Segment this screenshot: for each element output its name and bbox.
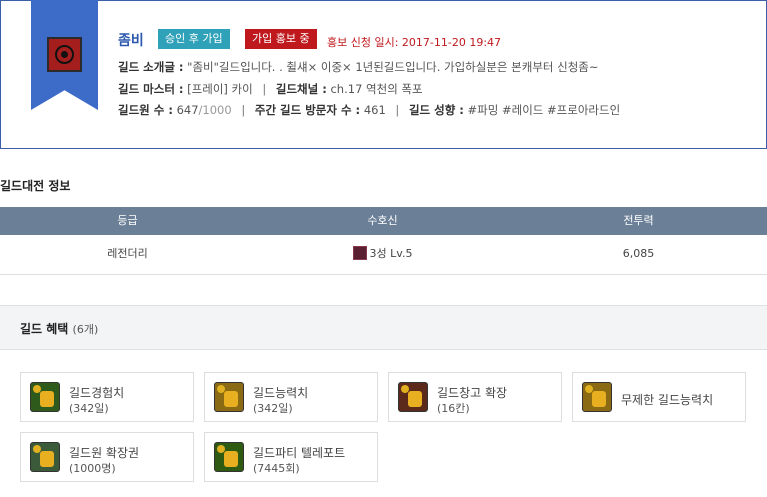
biohazard-emblem-icon (47, 37, 82, 72)
guild-master-row: 길드 마스터 : [프레이] 카이 | 길드채널 : ch.17 역천의 폭포 (118, 82, 423, 96)
members-key: 길드원 수 : (118, 103, 173, 117)
guild-stats-row: 길드원 수 : 647/1000 | 주간 길드 방문자 수 : 461 | 길… (118, 103, 621, 117)
guild-card: 좀비 승인 후 가입 가입 홍보 중 홍보 신청 일시: 2017-11-20 … (0, 0, 767, 149)
benefit-guild-ability[interactable]: 길드능력치 (342일) (204, 372, 378, 422)
visitors-key: 주간 길드 방문자 수 : (254, 103, 361, 117)
members-max: /1000 (198, 103, 232, 117)
guardian-icon (352, 246, 367, 260)
header-grade: 등급 (117, 214, 138, 227)
channel-key: 길드채널 : (275, 82, 327, 96)
exp-icon (30, 382, 60, 412)
power-cell: 6,085 (622, 247, 655, 260)
storage-icon (398, 382, 428, 412)
battle-table-row: 레전더리 3성 Lv.5 6,085 (0, 235, 767, 275)
benefits-header: 길드 혜택 (6개) (0, 305, 767, 350)
intro-key: 길드 소개글 : (118, 60, 184, 74)
benefits-title: 길드 혜택 (6개) (20, 322, 99, 336)
channel-value: ch.17 역천의 폭포 (330, 82, 423, 96)
visitors-value: 461 (363, 103, 386, 117)
header-guardian: 수호신 (367, 214, 398, 227)
recruit-badge: 가입 홍보 중 (245, 29, 317, 49)
tendency-value: #파밍 #레이드 #프로아라드인 (467, 103, 621, 117)
benefit-member-expand[interactable]: 길드원 확장권 (1000명) (20, 432, 194, 482)
ability-icon (214, 382, 244, 412)
tendency-key: 길드 성향 : (408, 103, 464, 117)
battle-section-title: 길드대전 정보 (0, 179, 71, 193)
benefit-party-teleport[interactable]: 길드파티 텔레포트 (7445회) (204, 432, 378, 482)
members-value: 647 (176, 103, 199, 117)
unlimited-ability-icon (582, 382, 612, 412)
guild-intro-row: 길드 소개글 : "좀비"길드입니다. . 췰섀× 이중× 1년된길드입니다. … (118, 59, 599, 75)
approval-badge: 승인 후 가입 (158, 29, 230, 49)
header-power: 전투력 (623, 214, 654, 227)
benefits-count: (6개) (72, 323, 99, 336)
benefit-unlimited-ability[interactable]: 무제한 길드능력치 (572, 372, 746, 422)
grade-cell: 레전더리 (107, 247, 148, 260)
member-expand-icon (30, 442, 60, 472)
guild-ribbon (31, 0, 98, 110)
intro-value: "좀비"길드입니다. . 췰섀× 이중× 1년된길드입니다. 가입하실분은 본캐… (187, 60, 599, 74)
battle-table-header: 등급 수호신 전투력 (0, 207, 767, 235)
benefit-storage-expand[interactable]: 길드창고 확장 (16칸) (388, 372, 562, 422)
master-key: 길드 마스터 : (118, 82, 184, 96)
guild-name[interactable]: 좀비 (118, 30, 144, 50)
benefit-guild-exp[interactable]: 길드경험치 (342일) (20, 372, 194, 422)
teleport-icon (214, 442, 244, 472)
promotion-date: 홍보 신청 일시: 2017-11-20 19:47 (327, 36, 502, 49)
guardian-cell: 3성 Lv.5 (255, 235, 510, 273)
master-value[interactable]: [프레이] 카이 (187, 82, 253, 96)
